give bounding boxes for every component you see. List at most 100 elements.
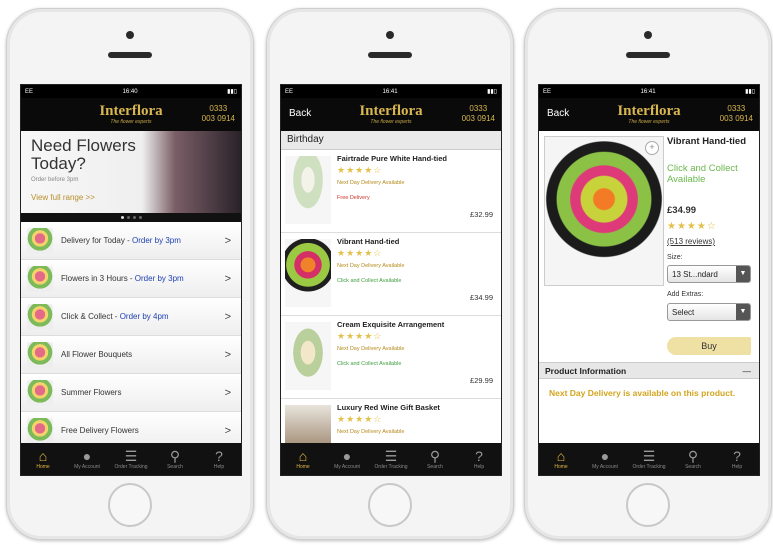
product-name: Cream Exquisite Arrangement: [337, 320, 445, 329]
status-bar: EE 16:40 ▮▮▯: [21, 85, 241, 98]
tab-order-tracking[interactable]: ☰ Order Tracking: [109, 443, 153, 475]
tab-home[interactable]: ⌂ Home: [21, 443, 65, 475]
tab-help[interactable]: ? Help: [457, 443, 501, 475]
reviews-link[interactable]: (513 reviews): [667, 237, 715, 246]
tab-search[interactable]: ⚲ Search: [413, 443, 457, 475]
app-header: Back Interflora The flower experts 0333 …: [539, 98, 759, 131]
call-number[interactable]: 0333 003 0914: [202, 104, 235, 124]
tab-my-account[interactable]: ● My Account: [325, 443, 369, 475]
home-button[interactable]: [368, 483, 412, 527]
home-icon: ⌂: [38, 448, 48, 464]
tab-my-account[interactable]: ● My Account: [583, 443, 627, 475]
call-number[interactable]: 0333 003 0914: [462, 104, 495, 124]
carousel-dot[interactable]: [138, 216, 142, 219]
tab-help[interactable]: ? Help: [715, 443, 759, 475]
promo-banner[interactable]: Need Flowers Today? Order before 3pm Vie…: [21, 131, 241, 213]
product-item[interactable]: Vibrant Hand-tied ★★★★☆ Next Day Deliver…: [281, 233, 501, 316]
app-header: Interflora The flower experts 0333 003 0…: [21, 98, 241, 131]
product-detail-screen: EE 16:41 ▮▮▯ Back Interflora The flower …: [538, 84, 760, 476]
flower-thumbnail: [27, 417, 53, 444]
home-button[interactable]: [626, 483, 670, 527]
rating-stars: ★★★★☆: [667, 221, 717, 232]
chevron-right-icon: >: [224, 424, 231, 437]
app-header: Back Interflora The flower experts 0333 …: [281, 98, 501, 131]
delivery-info-text: Next Day Delivery is available on this p…: [549, 388, 736, 398]
buy-button[interactable]: Buy: [667, 337, 751, 355]
brand-logo[interactable]: Interflora The flower experts: [359, 103, 423, 126]
tab-home[interactable]: ⌂ Home: [539, 443, 583, 475]
camera: [644, 31, 652, 39]
home-button[interactable]: [108, 483, 152, 527]
menu-item-summer-flowers[interactable]: Summer Flowers >: [21, 374, 241, 412]
phone-line-2: 003 0914: [719, 114, 753, 123]
collect-availability: Click and Collect Available: [667, 163, 738, 185]
brand-tagline: The flower experts: [628, 119, 670, 125]
tab-label: My Account: [334, 464, 360, 470]
menu-item-all-bouquets[interactable]: All Flower Bouquets >: [21, 336, 241, 374]
tab-label: Search: [685, 464, 701, 470]
tab-bar: ⌂ Home ● My Account ☰ Order Tracking ⚲ Searc…: [21, 443, 241, 475]
collapse-icon[interactable]: —: [743, 363, 752, 380]
back-button[interactable]: Back: [289, 108, 311, 119]
home-icon: ⌂: [298, 448, 308, 464]
brand-tagline: The flower experts: [370, 119, 412, 125]
tab-label: My Account: [592, 464, 618, 470]
product-info-header[interactable]: Product Information —: [539, 362, 759, 379]
product-item[interactable]: Cream Exquisite Arrangement ★★★★☆ Next D…: [281, 316, 501, 399]
carousel-dot[interactable]: [126, 216, 130, 219]
product-image[interactable]: +: [544, 136, 664, 286]
tab-label: Help: [473, 464, 485, 470]
menu-item-3-hours[interactable]: Flowers in 3 Hours - Order by 3pm >: [21, 260, 241, 298]
tab-order-tracking[interactable]: ☰ Order Tracking: [369, 443, 413, 475]
menu-item-delivery-today[interactable]: Delivery for Today - Order by 3pm >: [21, 222, 241, 260]
tab-my-account[interactable]: ● My Account: [65, 443, 109, 475]
home-screen: EE 16:40 ▮▮▯ Interflora The flower exper…: [20, 84, 242, 476]
order-tracking-icon: ☰: [384, 448, 398, 464]
tab-home[interactable]: ⌂ Home: [281, 443, 325, 475]
tab-search[interactable]: ⚲ Search: [153, 443, 197, 475]
view-range-link[interactable]: View full range >>: [31, 193, 95, 202]
menu-item-click-collect[interactable]: Click & Collect - Order by 4pm >: [21, 298, 241, 336]
extras-select[interactable]: Select ▼: [667, 303, 751, 321]
chevron-right-icon: >: [224, 272, 231, 285]
product-name: Luxury Red Wine Gift Basket: [337, 403, 440, 412]
tab-label: Search: [167, 464, 183, 470]
camera: [386, 31, 394, 39]
brand-name: Interflora: [359, 103, 423, 119]
tab-label: Home: [554, 464, 568, 470]
tab-order-tracking[interactable]: ☰ Order Tracking: [627, 443, 671, 475]
tab-help[interactable]: ? Help: [197, 443, 241, 475]
brand-logo[interactable]: Interflora The flower experts: [99, 104, 162, 126]
back-button[interactable]: Back: [547, 108, 569, 119]
carousel-dot[interactable]: [132, 216, 136, 219]
carousel-dot[interactable]: [120, 216, 124, 219]
chevron-right-icon: >: [224, 310, 231, 323]
rating-stars: ★★★★☆: [337, 331, 383, 341]
order-tracking-icon: ☰: [124, 448, 138, 464]
rating-stars: ★★★★☆: [337, 248, 383, 258]
chevron-right-icon: >: [224, 386, 231, 399]
phone-frame-product: EE 16:41 ▮▮▯ Back Interflora The flower …: [524, 8, 772, 540]
flower-thumbnail: [27, 265, 53, 292]
size-select[interactable]: 13 St...ndard ▼: [667, 265, 751, 283]
speaker-grille: [626, 52, 670, 58]
tab-label: Order Tracking: [114, 464, 148, 470]
zoom-icon[interactable]: +: [645, 141, 659, 155]
brand-logo[interactable]: Interflora The flower experts: [617, 104, 680, 126]
search-icon: ⚲: [687, 448, 699, 464]
tab-search[interactable]: ⚲ Search: [671, 443, 715, 475]
battery-icon: ▮▮▯: [745, 89, 755, 95]
promo-headline: Need Flowers Today?: [31, 136, 136, 173]
account-icon: ●: [342, 448, 352, 464]
delivery-note: Next Day Delivery Available: [337, 180, 405, 186]
product-price: £32.99: [470, 210, 493, 219]
category-title: Birthday: [281, 131, 501, 150]
order-tracking-icon: ☰: [642, 448, 656, 464]
carousel-dots[interactable]: [21, 213, 241, 222]
rating-stars: ★★★★☆: [337, 414, 383, 424]
phone-line-1: 0333: [209, 104, 228, 113]
product-item[interactable]: Fairtrade Pure White Hand-tied ★★★★☆ Nex…: [281, 150, 501, 233]
call-number[interactable]: 0333 003 0914: [720, 104, 753, 124]
delivery-note: Next Day Delivery Available: [337, 263, 405, 269]
extras-label: Add Extras:: [667, 291, 704, 298]
